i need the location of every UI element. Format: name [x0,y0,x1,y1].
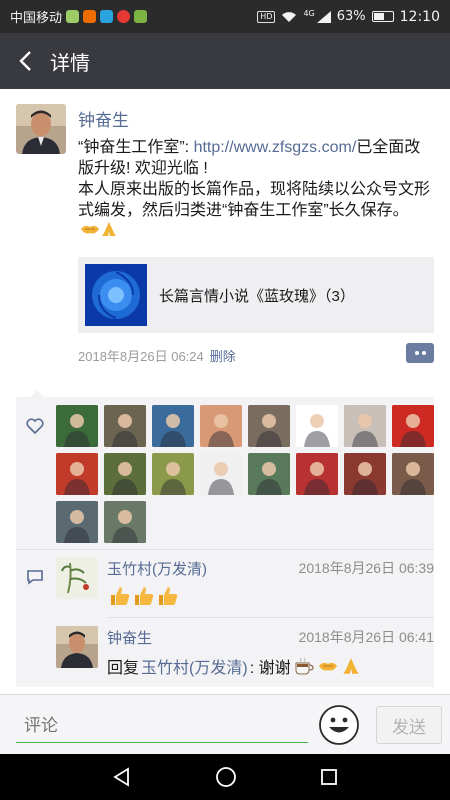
comment-divider [107,617,434,618]
author-name[interactable]: 钟奋生 [78,106,129,131]
more-actions-button[interactable] [406,343,434,363]
pray-icon [342,658,359,674]
emoji-button[interactable] [318,704,360,746]
post-text: “钟奋生工作室”: http://www.zfsgzs.com/已全面改版升级!… [78,137,430,243]
coffee-icon [295,657,314,675]
post-meta: 2018年8月26日 06:24 删除 [78,346,236,365]
carrier-label: 中国移动 [10,11,63,26]
emoji-icon [319,705,359,745]
share-card-title: 长篇言情小说《蓝玫瑰》（3） [159,287,355,305]
pray-icon [100,221,118,243]
app-notify-icon [83,10,97,23]
comment-time: 2018年8月26日 06:41 [298,629,434,645]
status-bar: 中国移动 HD 4G 63% 12:10 [0,0,450,33]
comment-item[interactable]: 玉竹村(万发清) 2018年8月26日 06:39 [56,557,434,617]
likes-grid [56,405,436,543]
like-avatar[interactable] [248,453,290,495]
post-text-body: 本人原来出版的长篇作品，现将陆续以公众号文形式编发，然后归类进“钟奋生工作室”长… [78,181,431,219]
battery-percent: 63% [336,9,366,24]
commenter-avatar[interactable] [56,557,98,599]
handshake-icon [80,221,100,243]
more-dot-icon [421,351,426,355]
thumbs-up-icon [111,587,130,605]
title-bar: 详情 [0,33,450,89]
browser-notify-icon [117,10,131,23]
commenter-name[interactable]: 钟奋生 [107,627,152,648]
wifi-icon [282,11,297,22]
like-avatar[interactable] [200,405,242,447]
commenter-name[interactable]: 玉竹村(万发清) [107,558,207,579]
system-nav-bar [0,754,450,800]
post-link[interactable]: http://www.zfsgzs.com/ [194,139,357,156]
like-avatar[interactable] [152,453,194,495]
comment-body [107,585,179,607]
post-text-prefix: “钟奋生工作室”: [78,139,194,156]
comment-icon [27,570,43,585]
thumbs-up-icon [135,587,154,605]
reply-to-name[interactable]: 玉竹村(万发清) [141,654,248,678]
like-avatar[interactable] [344,453,386,495]
like-avatar[interactable] [296,405,338,447]
like-avatar[interactable] [104,405,146,447]
like-avatar[interactable] [296,453,338,495]
like-avatar[interactable] [56,501,98,543]
interactions-panel: 玉竹村(万发清) 2018年8月26日 06:39 钟奋生 2018年8月26日… [16,390,436,687]
network-type-label: 4G [303,8,315,18]
share-card[interactable]: 长篇言情小说《蓝玫瑰》（3） [78,257,434,333]
delete-button[interactable]: 删除 [210,346,236,365]
commenter-avatar[interactable] [56,626,98,668]
comment-item[interactable]: 钟奋生 2018年8月26日 06:41 回复 玉竹村(万发清): 谢谢 [56,626,434,686]
share-card-thumbnail [85,264,147,326]
like-avatar[interactable] [392,405,434,447]
signal-icon [316,10,331,23]
like-avatar[interactable] [200,453,242,495]
like-avatar[interactable] [248,405,290,447]
reply-text: : 谢谢 [249,660,291,677]
handshake-icon [318,662,337,671]
nav-back-icon[interactable] [112,767,132,787]
like-avatar[interactable] [56,453,98,495]
like-avatar[interactable] [344,405,386,447]
battery-icon [371,11,394,22]
comment-input-bar: 发送 [0,694,450,754]
nav-recents-icon[interactable] [320,768,338,786]
more-dot-icon [414,351,419,355]
like-avatar[interactable] [392,453,434,495]
page-title: 详情 [50,52,90,75]
author-avatar[interactable] [16,104,66,154]
send-button[interactable]: 发送 [376,706,442,744]
like-avatar[interactable] [104,501,146,543]
like-avatar[interactable] [152,405,194,447]
wechat-notify-icon [66,10,80,23]
thumbs-up-icon [159,587,178,605]
gallery-notify-icon [134,10,148,23]
comment-body: 回复 玉竹村(万发清): 谢谢 [107,654,361,678]
hd-badge: HD [257,10,276,23]
back-arrow-icon [19,51,31,71]
reply-prefix: 回复 [107,660,140,677]
telegram-notify-icon [100,10,114,23]
nav-home-icon[interactable] [215,766,237,788]
battery-level-fill [373,13,385,20]
likes-divider [16,549,434,550]
heart-icon [26,418,44,434]
like-avatar[interactable] [56,405,98,447]
like-avatar[interactable] [104,453,146,495]
post-timestamp: 2018年8月26日 06:24 [78,349,204,364]
back-button[interactable] [0,33,50,89]
clock: 12:10 [399,8,440,25]
comment-time: 2018年8月26日 06:39 [298,560,434,576]
comment-input[interactable] [16,709,308,743]
